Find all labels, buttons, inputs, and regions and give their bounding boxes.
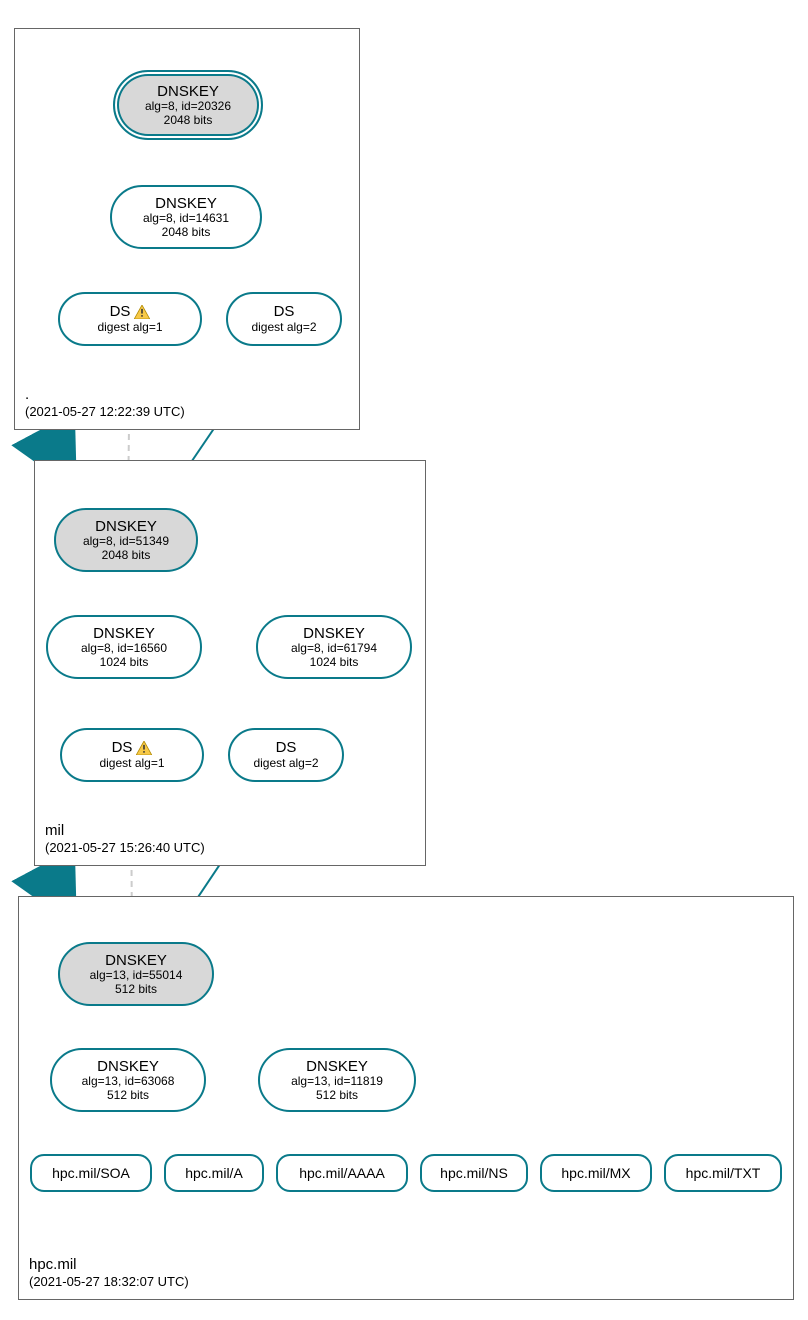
node-hpc-k2: DNSKEY alg=13, id=63068 512 bits — [50, 1048, 206, 1112]
node-mil-ksk-line3: 2048 bits — [102, 549, 151, 563]
node-mil-ds1: DS digest alg=1 — [60, 728, 204, 782]
node-mil-ksk: DNSKEY alg=8, id=51349 2048 bits — [54, 508, 198, 572]
node-hpc-ksk-line3: 512 bits — [115, 983, 157, 997]
node-hpc-k3-line3: 512 bits — [316, 1089, 358, 1103]
leaf-mx: hpc.mil/MX — [540, 1154, 652, 1192]
node-root-ds2-line2: digest alg=2 — [251, 321, 316, 335]
node-hpc-k3-title: DNSKEY — [306, 1058, 368, 1075]
node-hpc-k3-line2: alg=13, id=11819 — [291, 1075, 383, 1089]
node-root-ds2: DS digest alg=2 — [226, 292, 342, 346]
node-root-zsk-line2: alg=8, id=14631 — [143, 212, 229, 226]
warning-icon — [134, 305, 150, 319]
node-mil-ds1-title: DS — [112, 739, 133, 756]
node-mil-ksk-title: DNSKEY — [95, 518, 157, 535]
leaf-soa: hpc.mil/SOA — [30, 1154, 152, 1192]
node-mil-ds2: DS digest alg=2 — [228, 728, 344, 782]
node-hpc-k2-title: DNSKEY — [97, 1058, 159, 1075]
node-root-ds1: DS digest alg=1 — [58, 292, 202, 346]
node-mil-zsk2-line3: 1024 bits — [310, 656, 359, 670]
leaf-ns: hpc.mil/NS — [420, 1154, 528, 1192]
node-root-ksk: DNSKEY alg=8, id=20326 2048 bits — [113, 70, 263, 140]
node-root-ksk-line3: 2048 bits — [164, 114, 213, 128]
zone-hpc-timestamp: (2021-05-27 18:32:07 UTC) — [29, 1274, 189, 1291]
zone-hpc-label: hpc.mil (2021-05-27 18:32:07 UTC) — [29, 1255, 189, 1291]
node-mil-zsk2: DNSKEY alg=8, id=61794 1024 bits — [256, 615, 412, 679]
node-root-ds1-title: DS — [110, 303, 131, 320]
node-hpc-ksk-title: DNSKEY — [105, 952, 167, 969]
node-mil-ksk-line2: alg=8, id=51349 — [83, 535, 169, 549]
zone-mil-label: mil (2021-05-27 15:26:40 UTC) — [45, 821, 205, 857]
zone-root-label: . (2021-05-27 12:22:39 UTC) — [25, 385, 185, 421]
node-root-ksk-title: DNSKEY — [157, 83, 219, 100]
node-mil-zsk2-title: DNSKEY — [303, 625, 365, 642]
node-hpc-k2-line2: alg=13, id=63068 — [82, 1075, 175, 1089]
zone-hpc-name: hpc.mil — [29, 1255, 189, 1275]
zone-root-timestamp: (2021-05-27 12:22:39 UTC) — [25, 404, 185, 421]
zone-mil-name: mil — [45, 821, 205, 841]
node-root-ds2-title: DS — [274, 303, 295, 320]
node-root-zsk: DNSKEY alg=8, id=14631 2048 bits — [110, 185, 262, 249]
node-root-zsk-line3: 2048 bits — [162, 226, 211, 240]
node-root-ksk-line2: alg=8, id=20326 — [145, 100, 231, 114]
node-mil-zsk2-line2: alg=8, id=61794 — [291, 642, 377, 656]
zone-mil-timestamp: (2021-05-27 15:26:40 UTC) — [45, 840, 205, 857]
leaf-aaaa: hpc.mil/AAAA — [276, 1154, 408, 1192]
node-hpc-ksk: DNSKEY alg=13, id=55014 512 bits — [58, 942, 214, 1006]
leaf-a: hpc.mil/A — [164, 1154, 264, 1192]
node-mil-ds2-line2: digest alg=2 — [253, 757, 318, 771]
leaf-txt: hpc.mil/TXT — [664, 1154, 782, 1192]
node-mil-zsk1-line2: alg=8, id=16560 — [81, 642, 167, 656]
node-hpc-k3: DNSKEY alg=13, id=11819 512 bits — [258, 1048, 416, 1112]
node-mil-zsk1-title: DNSKEY — [93, 625, 155, 642]
node-mil-ds1-line2: digest alg=1 — [99, 757, 164, 771]
zone-root-name: . — [25, 385, 185, 405]
node-mil-zsk1-line3: 1024 bits — [100, 656, 149, 670]
warning-icon — [136, 741, 152, 755]
node-hpc-k2-line3: 512 bits — [107, 1089, 149, 1103]
node-mil-zsk1: DNSKEY alg=8, id=16560 1024 bits — [46, 615, 202, 679]
node-root-ds1-line2: digest alg=1 — [97, 321, 162, 335]
node-root-zsk-title: DNSKEY — [155, 195, 217, 212]
node-hpc-ksk-line2: alg=13, id=55014 — [90, 969, 183, 983]
node-mil-ds2-title: DS — [276, 739, 297, 756]
